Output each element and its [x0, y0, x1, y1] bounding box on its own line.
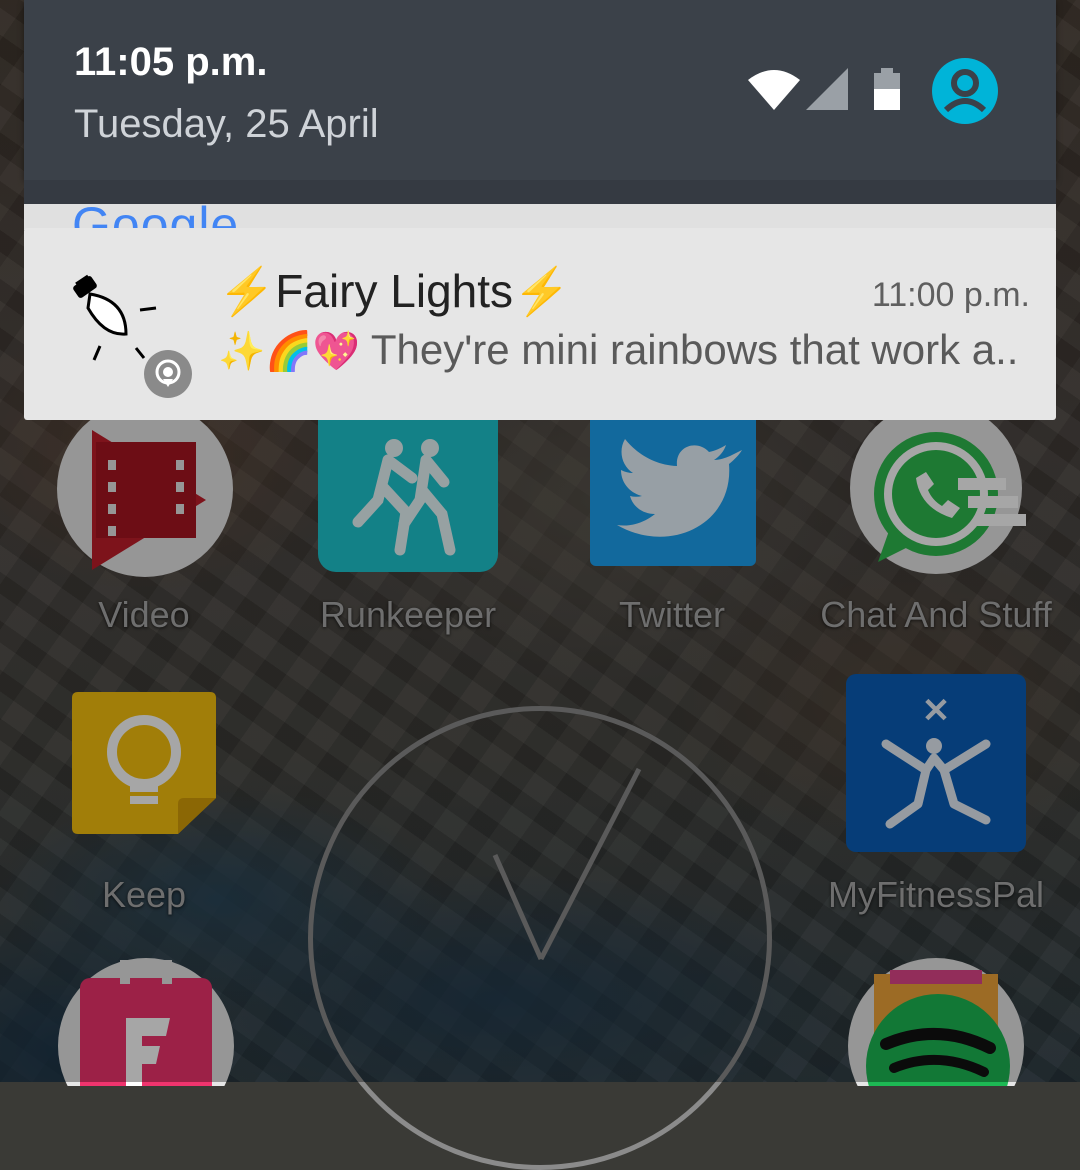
- notification-body-text: They're mini rainbows that work a..: [370, 326, 1019, 373]
- notification-title: ⚡Fairy Lights⚡: [218, 264, 570, 319]
- lightning-emoji: ⚡: [513, 265, 571, 317]
- quick-settings-header[interactable]: 11:05 p.m. Tuesday, 25 April: [24, 0, 1056, 180]
- header-divider: [24, 180, 1056, 204]
- status-date[interactable]: Tuesday, 25 April: [74, 102, 379, 147]
- status-time: 11:05 p.m.: [74, 40, 268, 84]
- wifi-icon: [748, 68, 800, 117]
- notification-source-icon: [144, 350, 192, 398]
- notification-body: ✨🌈💖 They're mini rainbows that work a..: [218, 326, 1018, 374]
- google-search-widget[interactable]: Google: [24, 204, 1056, 230]
- notification-time: 11:00 p.m.: [871, 276, 1030, 314]
- battery-icon: [872, 68, 902, 117]
- signal-icon: [806, 68, 850, 117]
- lightning-emoji: ⚡: [218, 265, 276, 317]
- user-account-icon[interactable]: [932, 58, 998, 129]
- notification-card[interactable]: ⚡Fairy Lights⚡ 11:00 p.m. ✨🌈💖 They're mi…: [24, 228, 1056, 420]
- notification-title-text: Fairy Lights: [275, 265, 514, 317]
- google-logo: Google: [72, 204, 239, 230]
- notification-emoji: ✨🌈💖: [218, 331, 360, 373]
